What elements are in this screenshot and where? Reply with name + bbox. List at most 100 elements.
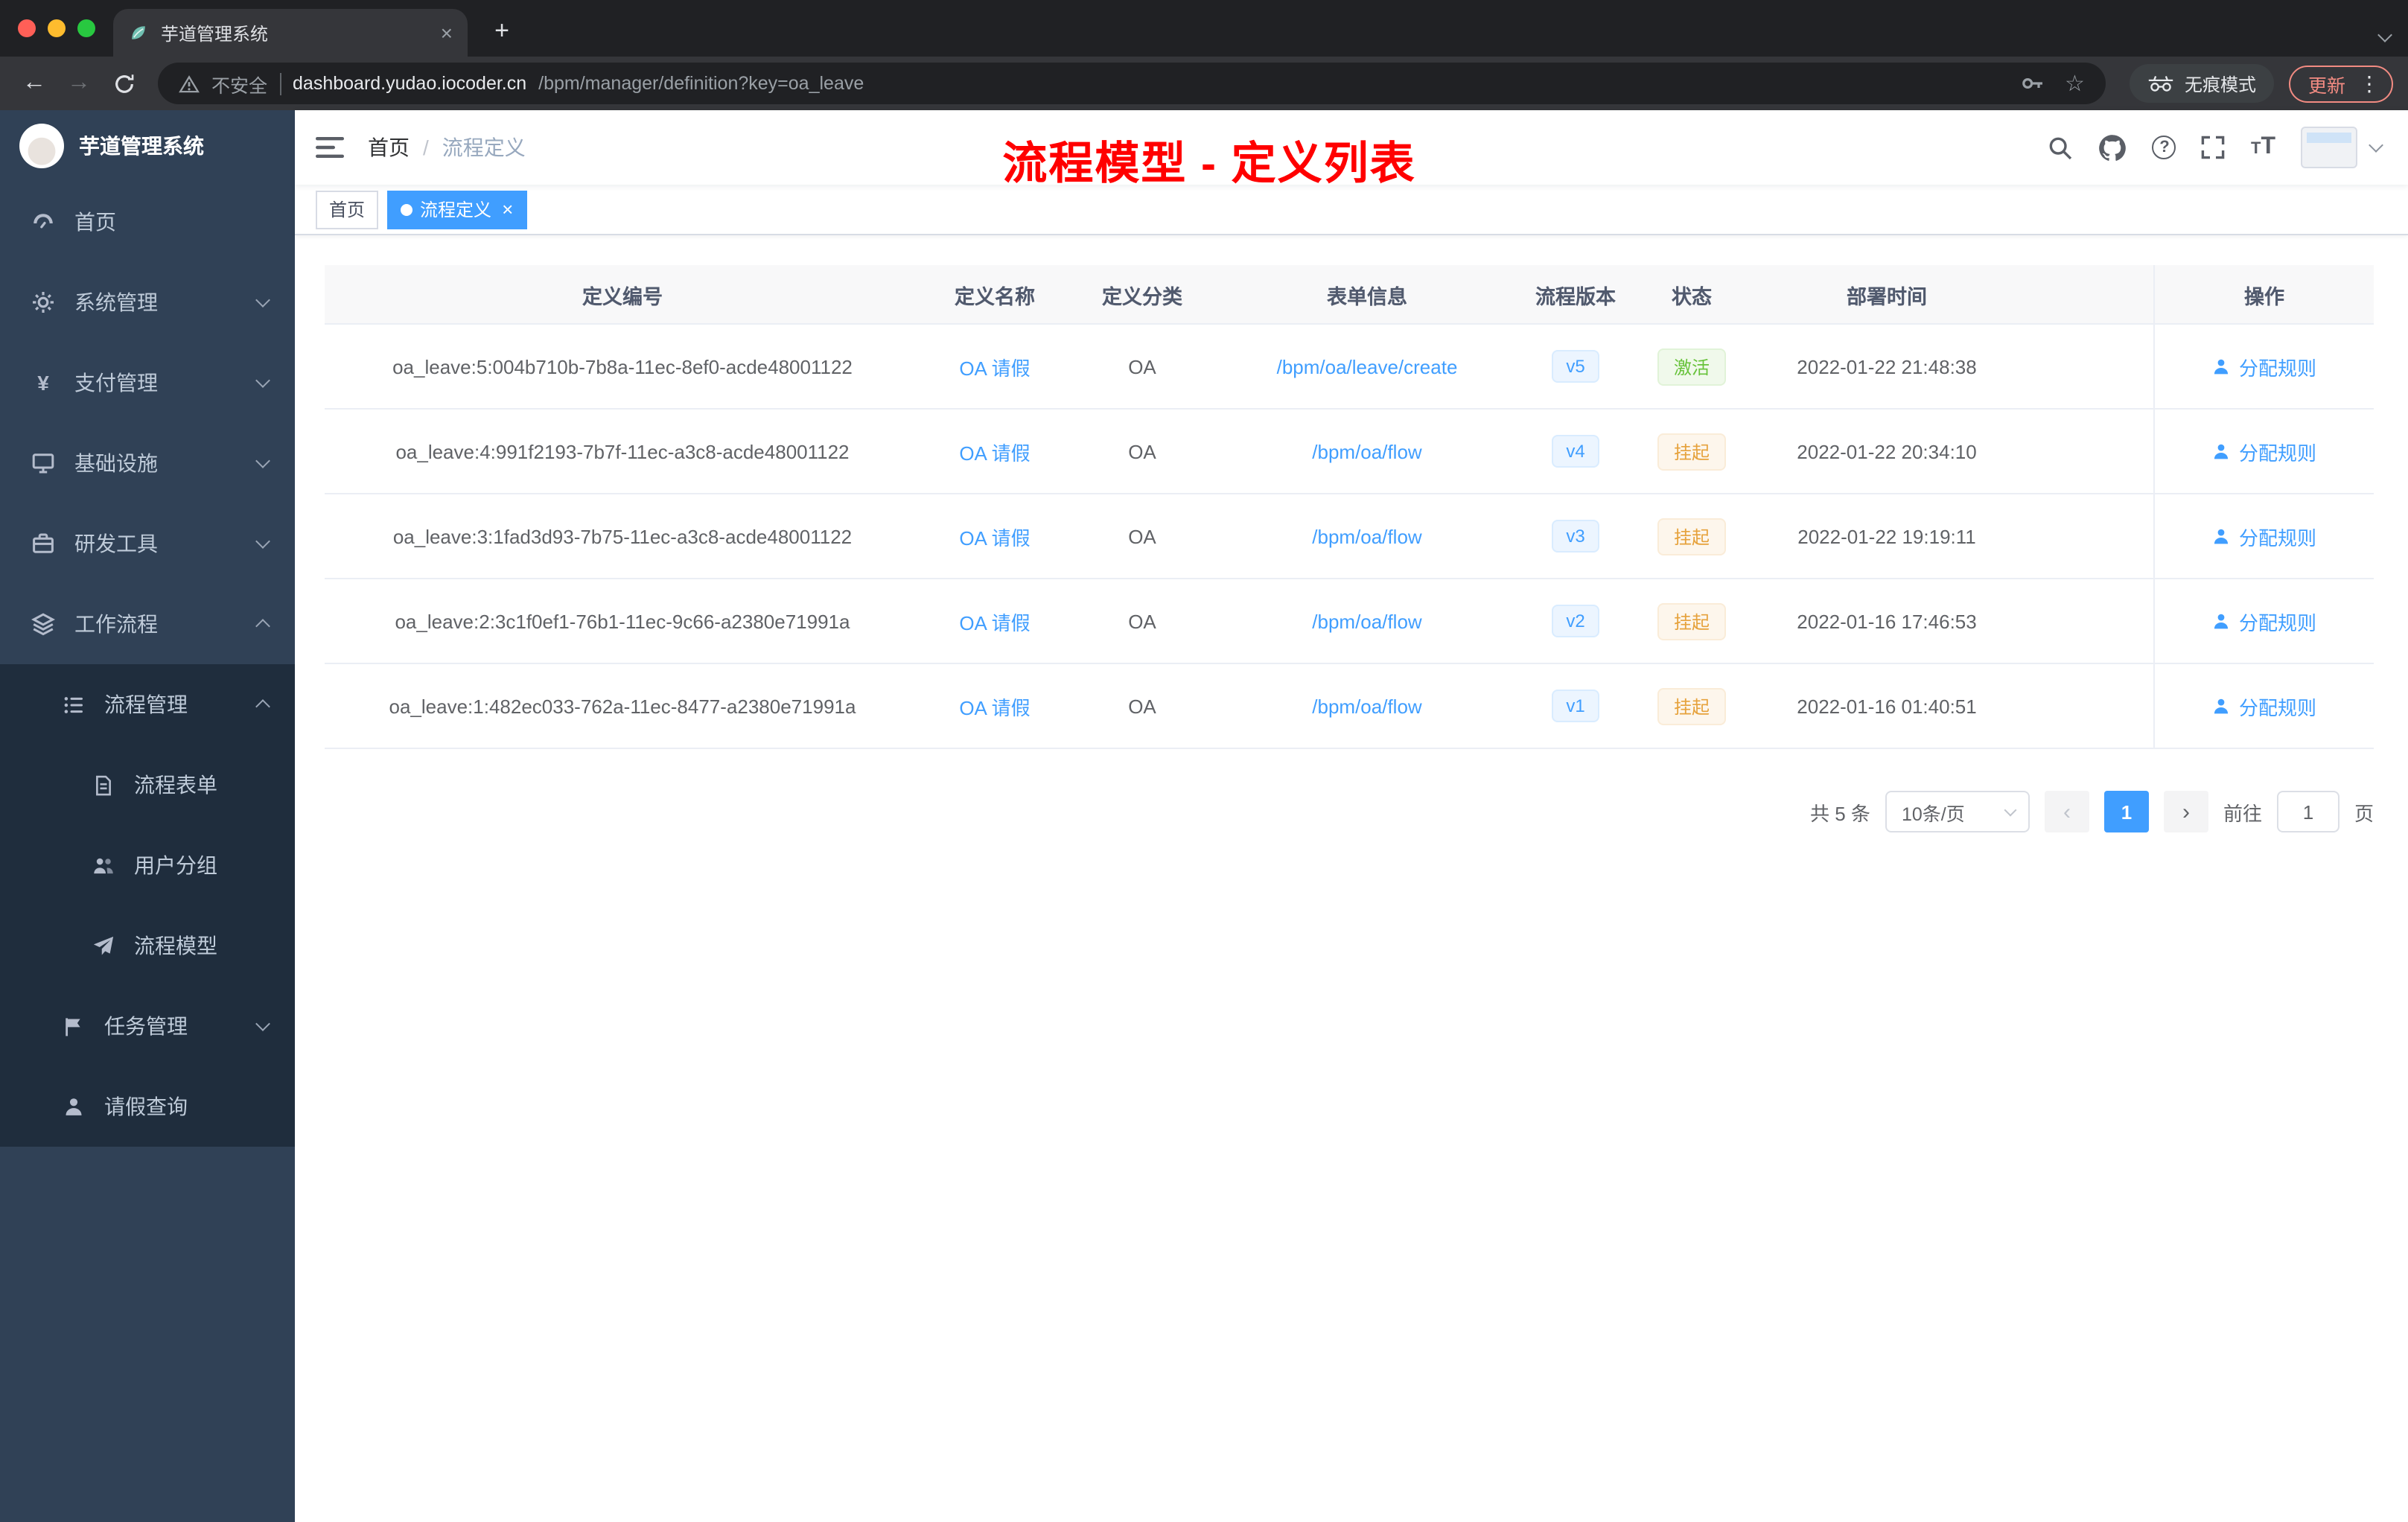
- user-icon: [2214, 698, 2229, 713]
- definition-name-link[interactable]: OA 请假: [959, 357, 1030, 379]
- page-size-select[interactable]: 10条/页: [1885, 791, 2030, 832]
- table-row: oa_leave:5:004b710b-7b8a-11ec-8ef0-acde4…: [325, 325, 2374, 410]
- definition-category: OA: [1128, 440, 1156, 462]
- minimize-window-button[interactable]: [48, 19, 66, 37]
- form-info-link[interactable]: /bpm/oa/flow: [1312, 525, 1421, 547]
- bookmark-star-icon[interactable]: ☆: [2065, 72, 2085, 95]
- sidebar-item-process-model[interactable]: 流程模型: [0, 905, 295, 986]
- definition-table: 定义编号 定义名称 定义分类 表单信息 流程版本 状态 部署时间 操作 oa_l…: [325, 265, 2374, 749]
- table-row: oa_leave:1:482ec033-762a-11ec-8477-a2380…: [325, 664, 2374, 749]
- prev-page-button: ‹: [2044, 791, 2089, 832]
- tag-home[interactable]: 首页: [316, 190, 379, 229]
- maximize-window-button[interactable]: [77, 19, 95, 37]
- sidebar-item-workflow[interactable]: 工作流程: [0, 584, 295, 664]
- browser-tab[interactable]: 芋道管理系统 ×: [113, 9, 468, 57]
- form-info-link[interactable]: /bpm/oa/leave/create: [1277, 355, 1458, 378]
- form-icon: [89, 771, 116, 798]
- logo-title: 芋道管理系统: [79, 134, 204, 158]
- yen-icon: ¥: [37, 371, 49, 395]
- back-button[interactable]: ←: [15, 64, 54, 103]
- update-chrome-button[interactable]: 更新 ⋮: [2288, 65, 2393, 102]
- form-info-link[interactable]: /bpm/oa/flow: [1312, 695, 1421, 717]
- github-icon[interactable]: [2099, 133, 2127, 162]
- breadcrumb-home[interactable]: 首页: [368, 133, 410, 162]
- annotation-title: 流程模型 - 定义列表: [1002, 140, 1416, 189]
- tab-search-icon[interactable]: [2377, 21, 2392, 48]
- new-tab-button[interactable]: +: [482, 12, 521, 51]
- assign-rule-link[interactable]: 分配规则: [2212, 607, 2316, 635]
- close-window-button[interactable]: [18, 19, 36, 37]
- sidebar-item-leave-query[interactable]: 请假查询: [0, 1066, 295, 1147]
- sidebar-item-process-manage[interactable]: 流程管理: [0, 664, 295, 745]
- collapse-sidebar-icon[interactable]: [316, 136, 344, 159]
- sidebar-item-payment[interactable]: ¥ 支付管理: [0, 343, 295, 423]
- password-key-icon[interactable]: [2020, 71, 2044, 95]
- page-number-current[interactable]: 1: [2103, 791, 2149, 832]
- next-page-button[interactable]: ›: [2163, 791, 2208, 832]
- search-icon[interactable]: [2048, 135, 2074, 160]
- assign-rule-link[interactable]: 分配规则: [2212, 692, 2316, 720]
- assign-rule-link[interactable]: 分配规则: [2212, 522, 2316, 550]
- tag-process-definition[interactable]: 流程定义 ×: [387, 190, 527, 229]
- sidebar-item-system[interactable]: 系统管理: [0, 262, 295, 343]
- goto-page-input[interactable]: 1: [2276, 791, 2339, 832]
- col-actions: 操作: [2153, 265, 2374, 323]
- gear-icon: [30, 289, 57, 316]
- not-secure-warning-icon: [179, 74, 200, 93]
- definition-name-link[interactable]: OA 请假: [959, 442, 1030, 464]
- col-deploy-time: 部署时间: [1847, 285, 1927, 308]
- incognito-badge: 无痕模式: [2129, 64, 2274, 103]
- user-icon: [2214, 358, 2229, 374]
- definition-name-link[interactable]: OA 请假: [959, 526, 1030, 549]
- assign-rule-link[interactable]: 分配规则: [2212, 437, 2316, 465]
- status-badge: 挂起: [1657, 687, 1726, 725]
- help-icon[interactable]: ?: [2152, 136, 2176, 159]
- form-info-link[interactable]: /bpm/oa/flow: [1312, 610, 1421, 632]
- deploy-time: 2022-01-22 19:19:11: [1797, 525, 1976, 547]
- sidebar-item-home[interactable]: 首页: [0, 182, 295, 262]
- chevron-down-icon: [255, 293, 270, 308]
- chevron-down-icon: [255, 534, 270, 549]
- table-row: oa_leave:2:3c1f0ef1-76b1-11ec-9c66-a2380…: [325, 579, 2374, 664]
- version-tag: v2: [1551, 605, 1600, 637]
- definition-category: OA: [1128, 695, 1156, 717]
- process-manage-icon: [60, 691, 86, 718]
- user-avatar[interactable]: [2301, 127, 2357, 168]
- sidebar-item-infrastructure[interactable]: 基础设施: [0, 423, 295, 503]
- assign-rule-link[interactable]: 分配规则: [2212, 352, 2316, 380]
- sidebar-item-task-manage[interactable]: 任务管理: [0, 986, 295, 1066]
- form-info-link[interactable]: /bpm/oa/flow: [1312, 440, 1421, 462]
- sidebar-item-user-group[interactable]: 用户分组: [0, 825, 295, 905]
- status-badge: 挂起: [1657, 602, 1726, 640]
- deploy-time: 2022-01-22 21:48:38: [1797, 355, 1977, 378]
- logo-avatar: [19, 124, 64, 168]
- deploy-time: 2022-01-16 17:46:53: [1797, 610, 1977, 632]
- breadcrumb: 首页 / 流程定义: [368, 133, 526, 162]
- sidebar-item-devtools[interactable]: 研发工具: [0, 503, 295, 584]
- status-badge: 挂起: [1657, 433, 1726, 470]
- avatar-caret-down-icon[interactable]: [2369, 138, 2383, 153]
- col-status: 状态: [1672, 285, 1712, 308]
- table-row: oa_leave:3:1fad3d93-7b75-11ec-a3c8-acde4…: [325, 494, 2374, 579]
- forward-button: →: [67, 70, 91, 95]
- address-bar[interactable]: 不安全 dashboard.yudao.iocoder.cn /bpm/mana…: [158, 63, 2106, 104]
- browser-toolbar: ← → 不安全 dashboard.yudao.iocoder.cn /bpm/…: [0, 57, 2408, 110]
- deploy-time: 2022-01-22 20:34:10: [1797, 440, 1977, 462]
- tab-title: 芋道管理系统: [161, 23, 269, 44]
- pagination-total: 共 5 条: [1810, 802, 1870, 824]
- version-tag: v4: [1551, 435, 1600, 468]
- chevron-up-icon: [255, 699, 270, 714]
- definition-name-link[interactable]: OA 请假: [959, 611, 1030, 634]
- tag-close-icon[interactable]: ×: [502, 200, 513, 219]
- col-definition-id: 定义编号: [582, 285, 663, 308]
- browser-menu-icon[interactable]: ⋮: [2359, 71, 2380, 96]
- tab-close-icon[interactable]: ×: [441, 22, 453, 43]
- version-tag: v5: [1551, 350, 1600, 383]
- sidebar-item-process-form[interactable]: 流程表单: [0, 745, 295, 825]
- definition-name-link[interactable]: OA 请假: [959, 696, 1030, 719]
- goto-label: 前往: [2223, 802, 2262, 824]
- reload-button[interactable]: [104, 64, 143, 103]
- font-size-icon[interactable]: TT: [2251, 135, 2275, 159]
- fullscreen-icon[interactable]: [2202, 136, 2226, 159]
- task-icon: [60, 1013, 86, 1039]
